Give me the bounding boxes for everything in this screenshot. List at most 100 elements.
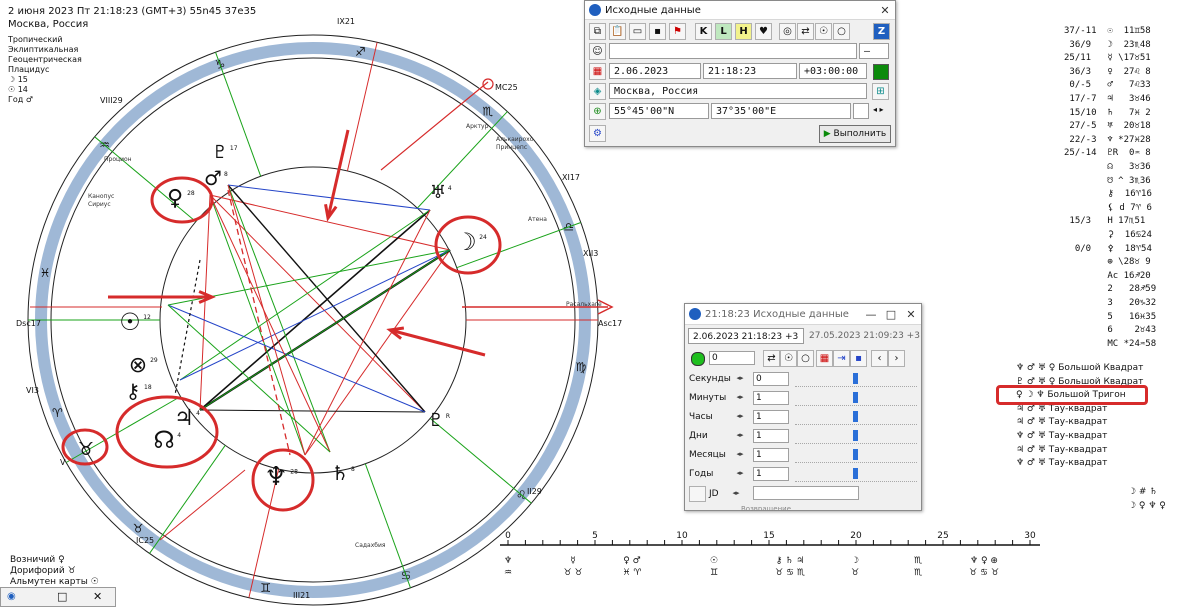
green-status-icon[interactable]	[873, 64, 889, 80]
planet-position-row: 15/3 H 17♏51	[1064, 216, 1146, 227]
prev-icon[interactable]: ‹	[871, 350, 888, 367]
target-icon[interactable]: ◎	[779, 23, 796, 40]
source-data-window[interactable]: Исходные данные ✕ ⧉ 📋 ▭ ▪ ⚑ K L H ♥ ◎ ⇄ …	[584, 0, 896, 147]
swap-icon[interactable]: ⇄	[763, 350, 780, 367]
next-icon[interactable]: ›	[888, 350, 905, 367]
taurus-cusp-glyph: ♉	[78, 439, 94, 460]
slider-thumb[interactable]	[853, 411, 858, 422]
slider-thumb[interactable]	[853, 373, 858, 384]
coords-spin-icon[interactable]: ◂ ▸	[873, 105, 884, 114]
step-slider[interactable]	[795, 372, 917, 387]
aspect-line	[199, 209, 431, 411]
moon-glyph: ☽	[455, 228, 477, 256]
step-spinner[interactable]: ◂▸	[731, 467, 749, 479]
slider-thumb[interactable]	[853, 392, 858, 403]
timezone-input[interactable]: +03:00:00	[799, 63, 867, 79]
aspect-line	[209, 194, 426, 413]
aspect-row: ♆ ♂ ♅ Тау-квадрат	[1016, 431, 1107, 442]
close-icon[interactable]: ✕	[875, 4, 895, 17]
annotation-arrow	[326, 129, 350, 219]
step-value-input[interactable]: 0	[709, 351, 755, 365]
step-value-field[interactable]: 0	[753, 372, 789, 386]
step-slider[interactable]	[795, 391, 917, 406]
settings-icon[interactable]: ⚙	[589, 125, 606, 142]
cusp-label: VI3	[26, 386, 39, 395]
aspect-row: ♃ ♂ ♅ Тау-квадрат	[1016, 404, 1107, 415]
planet-position-row: ⚳ 16♋24	[1064, 230, 1152, 240]
k-icon[interactable]: K	[695, 23, 712, 40]
minimize-icon[interactable]: —	[861, 308, 881, 321]
save-icon[interactable]: ▪	[850, 350, 867, 367]
step-spinner[interactable]: ◂▸	[731, 429, 749, 441]
slider-thumb[interactable]	[853, 430, 858, 441]
place-input[interactable]: Москва, Россия	[609, 83, 867, 99]
flag-icon[interactable]: ⚑	[669, 23, 686, 40]
coords-icon[interactable]: ⊕	[589, 103, 606, 120]
source-data-titlebar[interactable]: Исходные данные ✕	[585, 1, 895, 20]
time-step-titlebar[interactable]: 21:18:23 Исходные данные — □ ✕	[685, 304, 921, 325]
timeline-planet-glyph: ♏	[914, 556, 922, 566]
time-step-window[interactable]: 21:18:23 Исходные данные — □ ✕ 2.06.2023…	[684, 303, 922, 511]
l-icon[interactable]: L	[715, 23, 732, 40]
maximize-icon[interactable]: □	[57, 590, 67, 603]
export-icon[interactable]: ⇥	[833, 350, 850, 367]
time-input[interactable]: 21:18:23	[703, 63, 797, 79]
step-spinner[interactable]: ◂▸	[731, 410, 749, 422]
circle-icon[interactable]: ○	[833, 23, 850, 40]
paste-icon[interactable]: 📋	[609, 23, 626, 40]
map-icon[interactable]: ⊞	[872, 83, 889, 100]
close-icon[interactable]: ✕	[93, 590, 102, 603]
minimized-window[interactable]: ◉ □ ✕	[0, 587, 116, 607]
step-value-field[interactable]: 1	[753, 429, 789, 443]
record-icon[interactable]	[691, 352, 705, 366]
run-button[interactable]: ▶ Выполнить	[819, 125, 891, 143]
checkbox[interactable]	[689, 486, 706, 502]
cusp-label: IX21	[337, 17, 355, 26]
slider-thumb[interactable]	[853, 468, 858, 479]
planet-position-row: 22/-3 ♆ *27♓28	[1064, 134, 1151, 145]
step-slider[interactable]	[795, 467, 917, 482]
longitude-input[interactable]: 37°35'00"E	[711, 103, 851, 119]
timeline-planet-glyph: ♆ ♀ ⊕	[970, 556, 998, 566]
jd-input[interactable]	[753, 486, 859, 500]
maximize-icon[interactable]: □	[881, 308, 901, 321]
slider-thumb[interactable]	[853, 449, 858, 460]
person-icon: ☺	[589, 43, 606, 60]
step-spinner[interactable]: ◂▸	[731, 372, 749, 384]
step-spinner[interactable]: ◂▸	[731, 448, 749, 460]
sun-toggle-icon[interactable]: ☉	[780, 350, 797, 367]
sun-toggle-icon[interactable]: ☉	[815, 23, 832, 40]
z-icon[interactable]: Z	[873, 23, 890, 40]
current-datetime-field[interactable]: 2.06.2023 21:18:23 +3	[688, 328, 804, 344]
jd-spinner[interactable]: ◂▸	[727, 487, 745, 499]
step-value-field[interactable]: 1	[753, 391, 789, 405]
fixed-star-label: Принцепс	[496, 144, 527, 151]
aspect-row: ♃ ♂ ♅ Тау-квадрат	[1016, 417, 1107, 428]
step-spinner[interactable]: ◂▸	[731, 391, 749, 403]
copy-icon[interactable]: ⧉	[589, 23, 606, 40]
calendar-icon[interactable]: ▦	[589, 63, 606, 80]
step-value-field[interactable]: 1	[753, 410, 789, 424]
coords-extra-input[interactable]	[853, 103, 869, 119]
globe-icon[interactable]: ◈	[589, 83, 606, 100]
latitude-input[interactable]: 55°45'00"N	[609, 103, 709, 119]
swap-icon[interactable]: ⇄	[797, 23, 814, 40]
new-icon[interactable]: ▭	[629, 23, 646, 40]
step-value-field[interactable]: 1	[753, 448, 789, 462]
planet-position-row: 2 28♐59	[1064, 284, 1157, 295]
close-icon[interactable]: ✕	[901, 308, 921, 321]
calendar-icon[interactable]: ▦	[816, 350, 833, 367]
step-slider[interactable]	[795, 429, 917, 444]
heart-icon[interactable]: ♥	[755, 23, 772, 40]
node-glyph: ☊	[153, 426, 174, 454]
save-icon[interactable]: ▪	[649, 23, 666, 40]
cusp-label: XII3	[583, 249, 598, 258]
date-input[interactable]: 2.06.2023	[609, 63, 701, 79]
step-slider[interactable]	[795, 410, 917, 425]
circle-icon[interactable]: ○	[797, 350, 814, 367]
step-slider[interactable]	[795, 448, 917, 463]
name-dropdown[interactable]: —	[859, 43, 889, 59]
step-value-field[interactable]: 1	[753, 467, 789, 481]
name-input[interactable]	[609, 43, 857, 59]
h-icon[interactable]: H	[735, 23, 752, 40]
